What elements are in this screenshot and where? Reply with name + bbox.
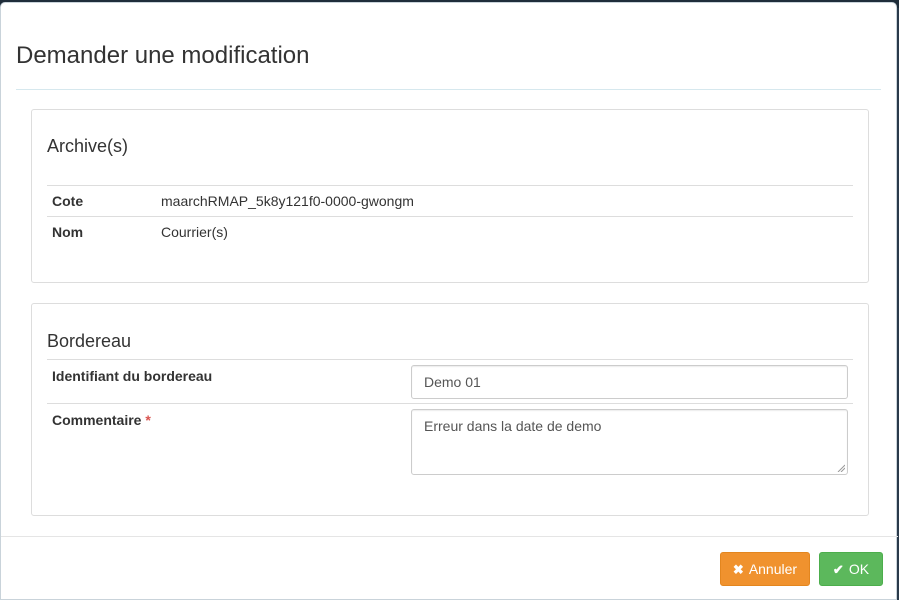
commentaire-text: Erreur dans la date de demo <box>424 418 602 434</box>
table-row: Nom Courrier(s) <box>47 216 853 248</box>
identifiant-row: Identifiant du bordereau <box>47 359 853 403</box>
times-icon: ✖ <box>732 561 744 577</box>
bordereau-panel-heading: Bordereau <box>47 331 132 351</box>
cancel-button-label: Annuler <box>748 561 798 577</box>
nom-value: Courrier(s) <box>156 216 853 248</box>
cote-label: Cote <box>47 185 156 217</box>
resize-handle-icon[interactable] <box>837 464 845 472</box>
cote-value: maarchRMAP_5k8y121f0-0000-gwongm <box>156 185 853 217</box>
modal-footer: ✖ Annuler ✔ OK <box>1 536 898 600</box>
bordereau-form: Identifiant du bordereau Commentaire * E… <box>47 359 853 483</box>
cancel-button[interactable]: ✖ Annuler <box>720 552 810 586</box>
check-icon: ✔ <box>832 561 844 577</box>
archive-info-table: Cote maarchRMAP_5k8y121f0-0000-gwongm No… <box>47 185 853 248</box>
modal-title: Demander une modification <box>16 42 310 69</box>
commentaire-label-wrap: Commentaire * <box>52 412 151 428</box>
required-marker: * <box>145 412 151 428</box>
request-modification-modal: Demander une modification Archive(s) Cot… <box>0 2 898 600</box>
ok-button[interactable]: ✔ OK <box>819 552 883 586</box>
modal-header: Demander une modification <box>16 3 881 90</box>
commentaire-row: Commentaire * Erreur dans la date de dem… <box>47 403 853 483</box>
ok-button-label: OK <box>848 561 870 577</box>
identifiant-label: Identifiant du bordereau <box>52 368 213 384</box>
commentaire-textarea[interactable]: Erreur dans la date de demo <box>411 409 848 475</box>
nom-label: Nom <box>47 216 156 248</box>
commentaire-label: Commentaire <box>52 412 142 428</box>
bordereau-panel: Bordereau Identifiant du bordereau Comme… <box>31 303 869 516</box>
table-row: Cote maarchRMAP_5k8y121f0-0000-gwongm <box>47 185 853 217</box>
identifiant-input[interactable] <box>411 365 848 399</box>
archive-panel-heading: Archive(s) <box>47 136 129 156</box>
archive-panel: Archive(s) Cote maarchRMAP_5k8y121f0-000… <box>31 109 869 283</box>
